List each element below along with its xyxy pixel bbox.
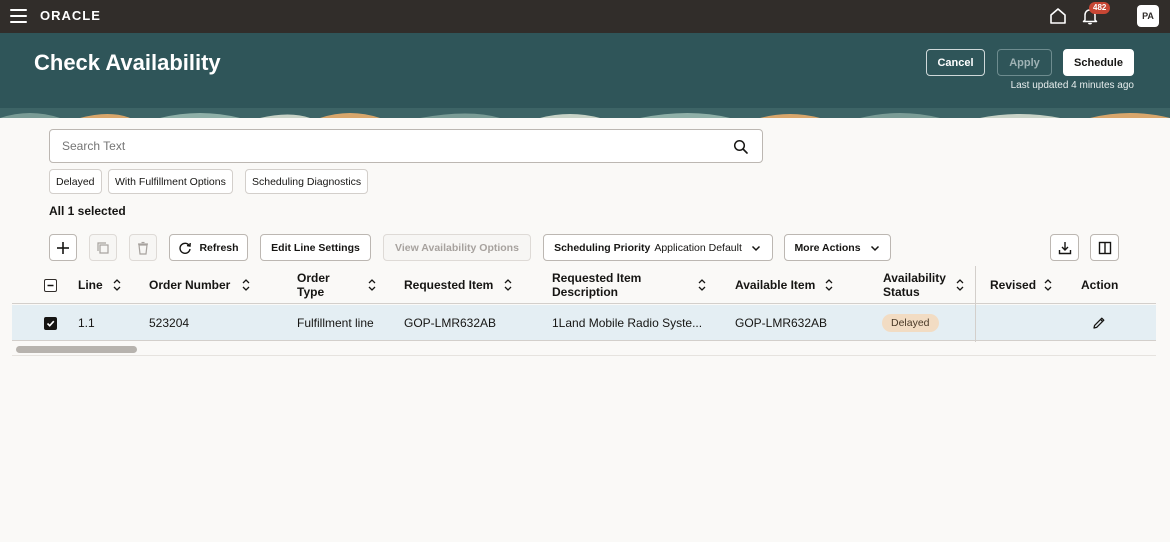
search-box: [49, 129, 763, 163]
sort-icon[interactable]: [824, 278, 834, 292]
user-avatar[interactable]: PA: [1137, 5, 1159, 27]
schedule-button[interactable]: Schedule: [1063, 49, 1134, 76]
column-header-revised[interactable]: Revised: [990, 266, 1036, 304]
chevron-down-icon: [870, 245, 879, 251]
sort-icon[interactable]: [697, 278, 707, 292]
hamburger-menu-icon[interactable]: [10, 9, 27, 23]
table-row[interactable]: 1.1 523204 Fulfillment line GOP-LMR632AB…: [12, 305, 1156, 341]
duplicate-button[interactable]: [89, 234, 117, 261]
copy-icon: [97, 241, 109, 254]
notifications-badge: 482: [1089, 2, 1111, 14]
filter-chip-with-fulfillment-options[interactable]: With Fulfillment Options: [108, 169, 233, 194]
column-layout-button[interactable]: [1090, 234, 1119, 261]
page-title: Check Availability: [34, 50, 221, 75]
frozen-column-divider: [975, 266, 976, 342]
selection-count: All 1 selected: [49, 204, 126, 218]
sort-icon[interactable]: [503, 278, 513, 292]
column-header-order-type[interactable]: Order Type: [297, 266, 345, 304]
last-updated-text: Last updated 4 minutes ago: [1010, 80, 1134, 91]
export-button[interactable]: [1050, 234, 1079, 261]
cell-requested-item: GOP-LMR632AB: [404, 316, 497, 330]
scheduling-priority-value: Application Default: [654, 241, 742, 254]
scheduling-priority-dropdown[interactable]: Scheduling Priority Application Default: [543, 234, 773, 261]
column-header-requested-item-description[interactable]: Requested Item Description: [552, 266, 662, 304]
columns-icon: [1098, 241, 1111, 254]
global-header: ORACLE 482 PA: [0, 0, 1170, 33]
plus-icon: [57, 241, 69, 254]
apply-button[interactable]: Apply: [997, 49, 1052, 76]
row-select-cell[interactable]: [44, 305, 57, 341]
chevron-down-icon: [751, 245, 760, 251]
checkmark-icon: [46, 320, 55, 327]
cell-available-item: GOP-LMR632AB: [735, 316, 828, 330]
refresh-icon: [179, 242, 192, 254]
home-icon[interactable]: [1048, 6, 1068, 26]
page-header: Check Availability Cancel Apply Schedule…: [0, 33, 1170, 118]
trash-icon: [138, 241, 148, 255]
banner-decoration: [0, 108, 1170, 118]
column-header-action: Action: [1081, 278, 1119, 292]
select-all-checkbox[interactable]: [44, 278, 57, 292]
cell-action: [1092, 305, 1106, 341]
cell-requested-item-description: 1Land Mobile Radio Syste...: [552, 316, 703, 330]
sort-icon[interactable]: [955, 278, 965, 292]
cell-availability-status: Delayed: [882, 305, 939, 341]
select-all-cell[interactable]: [44, 266, 57, 304]
add-button[interactable]: [49, 234, 77, 261]
sort-icon[interactable]: [241, 278, 251, 292]
column-header-available-item[interactable]: Available Item: [735, 266, 815, 304]
search-input[interactable]: [62, 139, 712, 153]
cell-order-type: Fulfillment line: [297, 316, 374, 330]
horizontal-scrollbar[interactable]: [12, 341, 1156, 356]
minus-icon: [47, 284, 54, 286]
view-availability-options-button[interactable]: View Availability Options: [383, 234, 531, 261]
scrollbar-thumb[interactable]: [16, 346, 137, 353]
filter-chip-scheduling-diagnostics[interactable]: Scheduling Diagnostics: [245, 169, 369, 194]
refresh-button[interactable]: Refresh: [169, 234, 248, 261]
edit-pencil-icon[interactable]: [1092, 316, 1106, 330]
oracle-logo: ORACLE: [40, 8, 101, 23]
edit-line-settings-button[interactable]: Edit Line Settings: [260, 234, 371, 261]
filter-chip-delayed[interactable]: Delayed: [49, 169, 102, 194]
download-icon: [1058, 241, 1071, 254]
more-actions-label: More Actions: [794, 241, 861, 254]
sort-icon[interactable]: [1043, 278, 1053, 292]
search-icon[interactable]: [733, 139, 749, 155]
sort-icon[interactable]: [367, 278, 377, 292]
cell-order-number: 523204: [149, 316, 190, 330]
column-header-order-number[interactable]: Order Number: [149, 266, 230, 304]
status-badge: Delayed: [882, 314, 939, 332]
column-header-line[interactable]: Line: [78, 266, 103, 304]
column-header-requested-item[interactable]: Requested Item: [404, 266, 493, 304]
more-actions-dropdown[interactable]: More Actions: [784, 234, 891, 261]
column-header-availability-status[interactable]: Availability Status: [883, 266, 955, 304]
table-header: Line Order Number Order Type Requested I…: [12, 266, 1156, 304]
cell-line: 1.1: [78, 316, 95, 330]
delete-button[interactable]: [129, 234, 157, 261]
cancel-button[interactable]: Cancel: [926, 49, 985, 76]
scheduling-priority-label: Scheduling Priority: [554, 241, 651, 254]
row-checkbox[interactable]: [44, 316, 57, 330]
refresh-label: Refresh: [199, 241, 239, 254]
sort-icon[interactable]: [112, 278, 122, 292]
